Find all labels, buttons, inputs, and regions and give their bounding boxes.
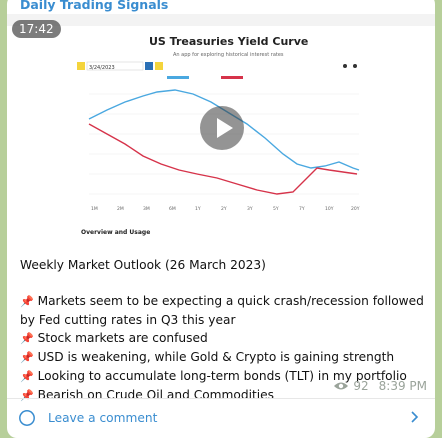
eye-icon — [334, 382, 349, 390]
pushpin-icon: 📌 — [20, 295, 34, 308]
svg-text:1Y: 1Y — [195, 206, 201, 212]
svg-text:20Y: 20Y — [351, 206, 360, 212]
view-count: 92 — [353, 379, 369, 393]
caption-heading: Weekly Market Outlook (26 March 2023) — [20, 258, 266, 272]
message-meta: 92 8:39 PM — [333, 379, 427, 393]
pushpin-icon: 📌 — [20, 351, 34, 364]
preview-title: US Treasuries Yield Curve — [149, 35, 308, 48]
svg-text:2Y: 2Y — [221, 206, 227, 212]
bullet-item: 📌 USD is weakening, while Gold & Crypto … — [20, 350, 395, 364]
svg-text:7Y: 7Y — [299, 206, 305, 212]
svg-text:6M: 6M — [169, 206, 176, 212]
chevron-right-icon — [411, 411, 419, 423]
svg-text:1M: 1M — [91, 206, 98, 212]
bullet-item: 📌 Markets seem to be expecting a quick c… — [20, 294, 424, 327]
leave-comment-button[interactable]: Leave a comment — [18, 407, 425, 429]
bullet-item: 📌 Stock markets are confused — [20, 331, 208, 345]
message-bubble: Daily Trading Signals US Treasuries Yiel… — [7, 0, 435, 438]
pushpin-icon: 📌 — [20, 370, 34, 383]
svg-text:3Y: 3Y — [247, 206, 253, 212]
video-preview[interactable]: US Treasuries Yield Curve An app for exp… — [7, 14, 435, 246]
play-button[interactable] — [200, 106, 244, 150]
svg-text:2M: 2M — [117, 206, 124, 212]
play-icon — [217, 118, 233, 138]
preview-subtitle: An app for exploring historical interest… — [173, 52, 284, 58]
divider — [7, 398, 435, 399]
svg-text:3M: 3M — [143, 206, 150, 212]
preview-date: 3/24/2023 — [89, 65, 115, 71]
svg-text:5Y: 5Y — [273, 206, 279, 212]
preview-section: Overview and Usage — [81, 229, 150, 236]
video-duration: 17:42 — [12, 20, 61, 38]
leave-comment-label: Leave a comment — [48, 411, 158, 425]
pushpin-icon: 📌 — [20, 389, 34, 402]
message-time: 8:39 PM — [378, 379, 427, 393]
channel-name[interactable]: Daily Trading Signals — [20, 0, 168, 12]
svg-text:10Y: 10Y — [325, 206, 334, 212]
comment-icon — [19, 410, 35, 426]
pushpin-icon: 📌 — [20, 332, 34, 345]
